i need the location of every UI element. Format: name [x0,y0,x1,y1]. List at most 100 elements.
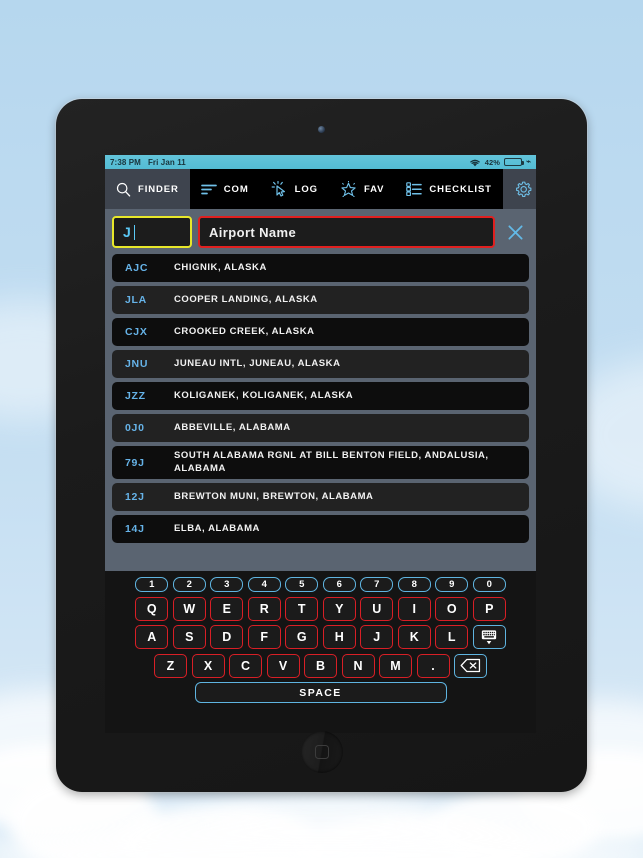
key-e[interactable]: E [210,596,244,621]
key-period[interactable]: . [416,653,450,678]
airport-identifier: JNU [125,358,149,370]
home-button-square [314,745,329,759]
tab-checklist[interactable]: CHECKLIST [395,169,502,209]
table-row[interactable]: 14J ELBA, ALABAMA [112,515,529,544]
key-z[interactable]: Z [154,653,187,678]
key-2[interactable]: 2 [172,577,206,592]
screenshot-scene: 7:38 PM Fri Jan 11 42% ⌁ FINDER COM LOG … [0,0,643,858]
table-row[interactable]: AJC CHIGNIK, ALASKA [112,254,529,282]
keyboard-dismiss-icon[interactable] [472,625,506,649]
tab-fav[interactable]: FAV [329,169,395,209]
key-w[interactable]: W [172,596,206,621]
table-row[interactable]: JZZ KOLIGANEK, KOLIGANEK, ALASKA [112,382,529,410]
airport-identifier: CJX [125,326,148,338]
bars-icon [200,183,217,196]
key-8[interactable]: 8 [397,577,431,592]
key-r[interactable]: R [247,596,281,621]
key-a[interactable]: A [135,625,169,649]
tab-com-label: COM [223,183,249,195]
search-row: J Airport Name [112,216,529,248]
airport-identifier: 14J [125,523,145,536]
key-m[interactable]: M [379,653,412,678]
wifi-icon [470,159,480,166]
key-d[interactable]: D [210,625,244,649]
key-g[interactable]: G [285,625,319,649]
key-9[interactable]: 9 [435,577,469,592]
table-row[interactable]: 12J BREWTON MUNI, BREWTON, ALABAMA [112,483,529,512]
key-6[interactable]: 6 [322,577,356,592]
tab-fav-label: FAV [363,183,385,195]
table-row[interactable]: 79J SOUTH ALABAMA RGNL AT BILL BENTON FIE… [112,446,529,480]
key-7[interactable]: 7 [360,577,394,592]
key-b[interactable]: B [304,653,337,678]
ipad-device-frame: 7:38 PM Fri Jan 11 42% ⌁ FINDER COM LOG … [56,99,587,792]
key-t[interactable]: T [285,596,319,621]
key-v[interactable]: V [266,653,300,678]
key-p[interactable]: P [472,596,506,621]
key-i[interactable]: I [397,596,431,621]
key-n[interactable]: N [341,653,375,678]
key-c[interactable]: C [229,653,262,678]
key-1[interactable]: 1 [135,577,169,592]
key-k[interactable]: K [397,625,431,649]
table-row[interactable]: CJX CROOKED CREEK, ALASKA [112,318,529,346]
front-camera-icon [318,126,325,133]
airport-name: COOPER LANDING, ALASKA [174,293,318,305]
airport-identifier: 12J [125,491,145,504]
key-u[interactable]: U [360,596,394,621]
app-tab-bar: FINDER COM LOG FAV CHECKLIST [105,169,536,209]
ipad-screen: 7:38 PM Fri Jan 11 42% ⌁ FINDER COM LOG … [105,155,536,733]
airport-name: JUNEAU INTL, JUNEAU, ALASKA [174,357,341,369]
key-q[interactable]: Q [135,596,169,621]
keyboard-row-space: SPACE [113,682,528,703]
checklist-icon [406,182,423,196]
text-caret [133,224,136,240]
key-4[interactable]: 4 [247,577,281,592]
keyboard-row-zxcv: ZXCVBNM. [113,653,528,678]
tab-checklist-label: CHECKLIST [429,183,492,195]
airport-name: CROOKED CREEK, ALASKA [174,325,315,337]
key-0[interactable]: 0 [472,577,506,592]
airport-name: ELBA, ALABAMA [174,522,260,534]
tab-finder-label: FINDER [138,183,179,195]
table-row[interactable]: JNU JUNEAU INTL, JUNEAU, ALASKA [112,350,529,378]
airport-name: KOLIGANEK, KOLIGANEK, ALASKA [174,389,354,401]
key-3[interactable]: 3 [210,577,244,592]
key-5[interactable]: 5 [285,577,319,592]
battery-icon [504,157,525,167]
airport-name: CHIGNIK, ALASKA [174,261,267,273]
status-time: 7:38 PM [110,157,141,167]
magnifier-icon [116,182,131,197]
tab-log-label: LOG [294,183,318,195]
home-button-icon[interactable] [300,731,343,773]
airport-identifier: 79J [125,456,145,469]
key-y[interactable]: Y [322,596,356,621]
airport-identifier: 0J0 [125,422,145,434]
key-s[interactable]: S [172,625,206,649]
airport-results-list[interactable]: AJC CHIGNIK, ALASKA JLA COOPER LANDING, ALA… [112,254,529,544]
key-j[interactable]: J [360,625,394,649]
airport-identifier: AJC [125,262,149,274]
key-o[interactable]: O [435,596,469,621]
key-f[interactable]: F [247,625,281,649]
finder-content-panel: J Airport Name AJC CHIGNIK, ALASKA JLA COOP… [105,209,536,571]
tab-log[interactable]: LOG [260,169,329,209]
clear-search-button[interactable] [501,216,529,248]
key-space[interactable]: SPACE [194,682,447,703]
key-x[interactable]: X [191,653,225,678]
click-cursor-icon [271,181,288,197]
table-row[interactable]: JLA COOPER LANDING, ALASKA [112,286,529,314]
tab-settings[interactable] [502,169,536,209]
identifier-input[interactable]: J [112,216,192,248]
backspace-icon[interactable] [454,653,487,678]
airport-name-input[interactable]: Airport Name [198,216,495,248]
airport-identifier: JLA [125,294,147,306]
airport-name: BREWTON MUNI, BREWTON, ALABAMA [174,490,374,502]
tab-finder[interactable]: FINDER [105,169,190,209]
tab-com[interactable]: COM [190,169,260,209]
key-l[interactable]: L [435,625,469,649]
key-h[interactable]: H [322,625,356,649]
close-x-icon [507,224,523,240]
table-row[interactable]: 0J0 ABBEVILLE, ALABAMA [112,414,529,442]
keyboard-row-asdf: ASDFGHJKL [113,625,528,649]
